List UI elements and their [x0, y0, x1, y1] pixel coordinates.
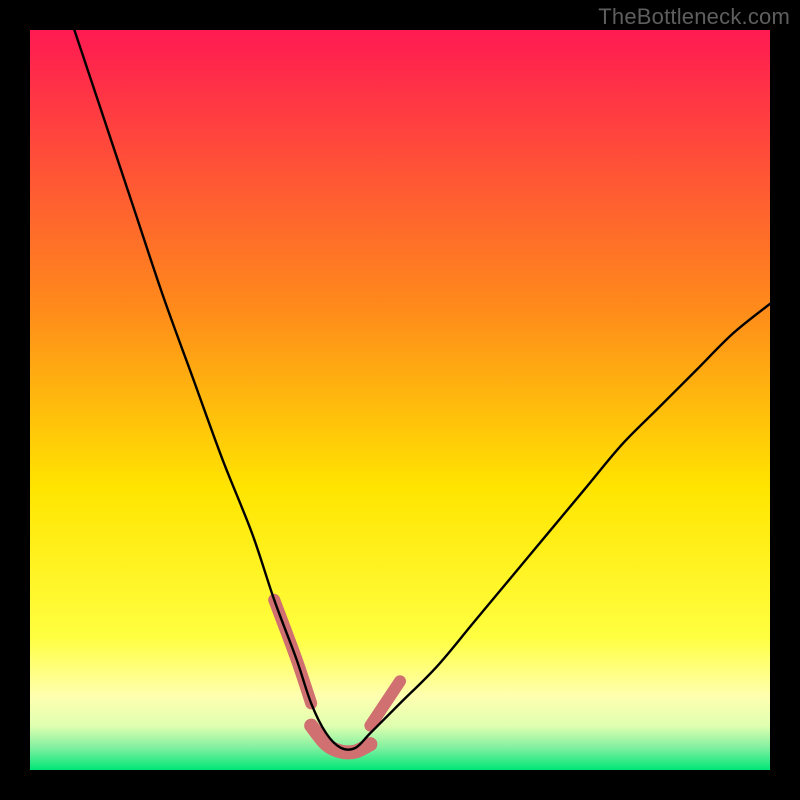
bottleneck-curve	[74, 30, 770, 750]
chart-svg	[30, 30, 770, 770]
chart-frame	[30, 30, 770, 770]
watermark-text: TheBottleneck.com	[598, 4, 790, 30]
accent-segments	[274, 600, 400, 753]
